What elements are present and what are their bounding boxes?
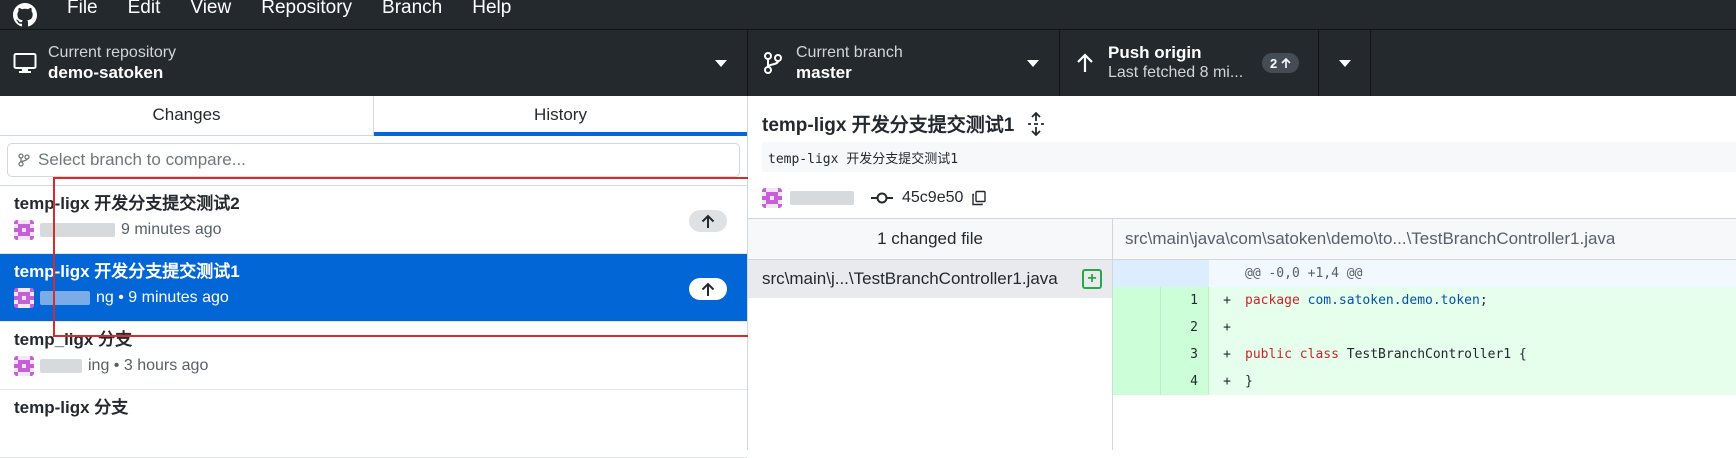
diff-file-path: src\main\java\com\satoken\demo\to...\Tes… (1125, 229, 1616, 248)
menu-edit[interactable]: Edit (113, 0, 176, 26)
menu-bar: File Edit View Repository Branch Help (0, 0, 1736, 29)
menu-help[interactable]: Help (457, 0, 526, 26)
unpushed-count: 2 (1270, 55, 1278, 71)
github-logo-icon (12, 2, 38, 28)
author-name-redacted (790, 191, 854, 205)
line-number: 2 (1161, 314, 1209, 341)
push-options-dropdown[interactable] (1319, 30, 1371, 96)
author-name-redacted (40, 223, 115, 237)
avatar (14, 288, 34, 308)
author-name-redacted (40, 291, 90, 305)
line-number: 3 (1161, 341, 1209, 368)
changed-files-count: 1 changed file (748, 219, 1113, 259)
hunk-range: @@ -0,0 +1,4 @@ (1245, 266, 1363, 281)
commit-meta: ng • 9 minutes ago (14, 288, 733, 308)
branch-compare-field[interactable] (7, 143, 740, 177)
unpushed-count-badge: 2 (1262, 53, 1300, 73)
diff-hunk-header: @@ -0,0 +1,4 @@ (1113, 260, 1736, 287)
chevron-down-icon (1338, 59, 1351, 67)
branch-compare-input[interactable] (38, 150, 698, 170)
commit-meta: 9 minutes ago (14, 220, 733, 240)
arrow-up-icon (701, 214, 715, 228)
menu-branch[interactable]: Branch (367, 0, 457, 26)
changed-file-path: src\main\j...\TestBranchController1.java (762, 269, 1058, 288)
menu-repository[interactable]: Repository (246, 0, 367, 26)
expand-collapse-icon[interactable] (1026, 111, 1046, 136)
commit-detail-title: temp-ligx 开发分支提交测试1 (762, 110, 1046, 137)
arrow-up-icon (701, 282, 715, 296)
commit-icon (871, 192, 893, 204)
avatar (762, 188, 782, 208)
changed-file-item[interactable]: src\main\j...\TestBranchController1.java… (748, 260, 1113, 298)
commit-list-item[interactable]: temp-ligx 分支 (0, 390, 747, 458)
current-repository-button[interactable]: Current repository demo-satoken (0, 30, 748, 96)
changed-files-header: 1 changed file src\main\java\com\satoken… (748, 218, 1736, 260)
push-origin-button[interactable]: Push origin Last fetched 8 mi... 2 (1060, 30, 1319, 96)
branch-icon (18, 153, 30, 167)
branch-compare-bar (0, 136, 747, 186)
code-text: public class TestBranchController1 { (1245, 347, 1527, 362)
unpushed-indicator (689, 210, 727, 232)
commit-list-item-selected[interactable]: temp-ligx 开发分支提交测试1 ng • 9 minutes ago (0, 254, 747, 322)
commit-description: temp-ligx 开发分支提交测试1 (762, 142, 1736, 172)
avatar (14, 356, 34, 376)
commit-meta: ing • 3 hours ago (14, 356, 733, 376)
branch-name: master (796, 63, 852, 82)
copy-icon[interactable] (971, 190, 987, 206)
tab-changes[interactable]: Changes (0, 96, 374, 135)
push-title: Push origin (1108, 43, 1202, 62)
tab-bar: Changes History (0, 96, 747, 136)
history-panel: Changes History temp-ligx 开发分支提交测试2 9 mi… (0, 96, 748, 458)
computer-icon (12, 50, 38, 76)
commit-summary: temp-ligx 开发分支提交测试1 (762, 115, 1015, 136)
diff-line[interactable]: 4 + } (1113, 368, 1736, 395)
chevron-down-icon (1027, 60, 1039, 67)
arrow-up-icon (1072, 50, 1098, 76)
diff-sign: + (1223, 320, 1231, 335)
repository-name: demo-satoken (48, 63, 164, 82)
current-branch-button[interactable]: Current branch master (748, 30, 1060, 96)
commit-list-item[interactable]: temp-ligx 开发分支提交测试2 9 minutes ago (0, 186, 747, 254)
unpushed-indicator (689, 278, 727, 300)
commit-time: ing • 3 hours ago (88, 357, 209, 374)
diff-line[interactable]: 3 + public class TestBranchController1 { (1113, 341, 1736, 368)
changed-files-list (748, 298, 1113, 450)
diff-sign: + (1223, 374, 1231, 389)
diff-line[interactable]: 2 + (1113, 314, 1736, 341)
tab-history[interactable]: History (374, 96, 747, 136)
commit-detail-panel: temp-ligx 开发分支提交测试1 temp-ligx 开发分支提交测试1 … (748, 96, 1736, 450)
diff-sign: + (1223, 293, 1231, 308)
line-number: 4 (1161, 368, 1209, 395)
repository-label: Current repository (48, 44, 177, 61)
branch-icon (760, 50, 786, 76)
diff-view: @@ -0,0 +1,4 @@ 1 + package com.satoken.… (1113, 260, 1736, 450)
diff-sign: + (1223, 347, 1231, 362)
commit-time: 9 minutes ago (121, 221, 222, 238)
chevron-down-icon (715, 60, 727, 67)
commit-sha: 45c9e50 (902, 189, 964, 206)
commit-title: temp_ligx 分支 (14, 330, 133, 349)
arrow-up-icon (1281, 57, 1291, 68)
commit-list-item[interactable]: temp_ligx 分支 ing • 3 hours ago (0, 322, 747, 390)
commit-title: temp-ligx 开发分支提交测试1 (14, 262, 240, 281)
commit-time: ng • 9 minutes ago (96, 289, 229, 306)
line-number: 1 (1161, 287, 1209, 314)
code-text: } (1245, 374, 1253, 389)
code-text: package com.satoken.demo.token; (1245, 293, 1488, 308)
menu-view[interactable]: View (175, 0, 246, 26)
avatar (14, 220, 34, 240)
file-added-icon: + (1082, 269, 1102, 289)
menu-file[interactable]: File (52, 0, 113, 26)
toolbar: Current repository demo-satoken Current … (0, 29, 1736, 96)
author-name-redacted (40, 359, 82, 373)
last-fetched-text: Last fetched 8 mi... (1108, 64, 1244, 81)
branch-label: Current branch (796, 44, 903, 61)
commit-title: temp-ligx 开发分支提交测试2 (14, 194, 240, 213)
commit-meta-row: 45c9e50 (762, 188, 987, 208)
commit-title: temp-ligx 分支 (14, 398, 129, 417)
diff-line[interactable]: 1 + package com.satoken.demo.token; (1113, 287, 1736, 314)
